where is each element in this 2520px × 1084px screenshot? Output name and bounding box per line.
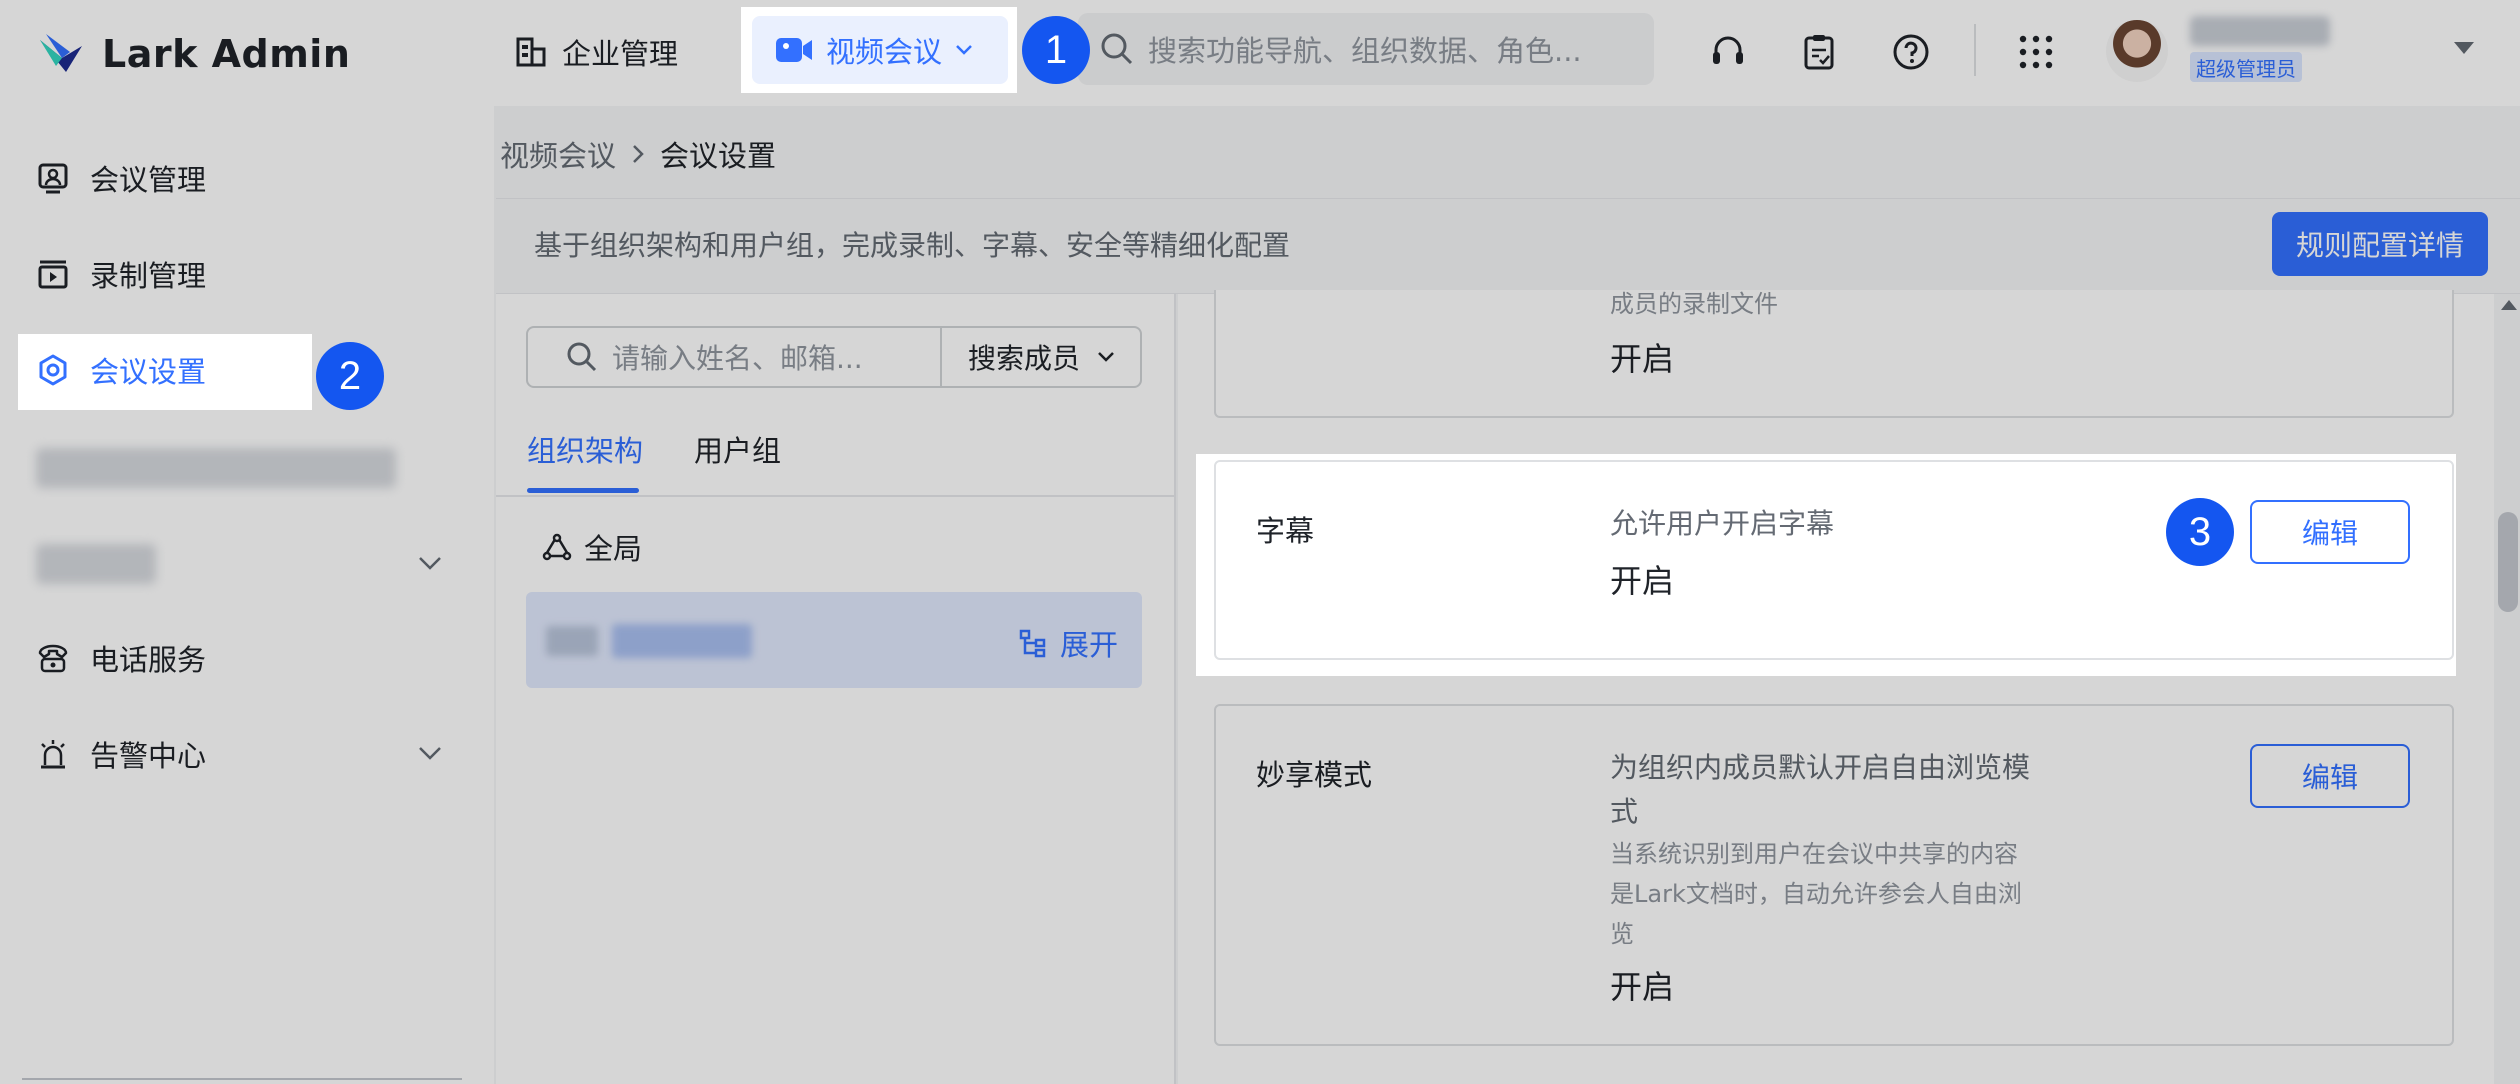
role-badge: 超级管理员 xyxy=(2190,52,2302,82)
member-search-placeholder: 请输入姓名、邮箱... xyxy=(612,342,863,375)
recording-setting-sub: 成员的录制文件 xyxy=(1610,290,1778,318)
user-menu-caret-icon[interactable] xyxy=(2452,40,2476,60)
app-grid-icon[interactable] xyxy=(2014,30,2058,74)
recording-icon xyxy=(38,260,68,289)
magic-share-setting-state: 开启 xyxy=(1610,968,1675,1006)
sidebar-item-meeting-settings[interactable]: 会议设置 xyxy=(18,332,312,408)
expand-label: 展开 xyxy=(1060,628,1119,662)
chevron-down-icon xyxy=(956,45,972,55)
rules-detail-button[interactable]: 规则配置详情 xyxy=(2272,212,2488,276)
lark-logo-icon xyxy=(40,34,82,72)
page-description: 基于组织架构和用户组，完成录制、字幕、安全等精细化配置 xyxy=(534,229,1291,262)
scroll-up-arrow-icon[interactable] xyxy=(2501,300,2517,310)
magic-share-setting-desc: 为组织内成员默认开启自由浏览模式 xyxy=(1610,751,2031,828)
search-icon xyxy=(1101,33,1133,65)
logo-text: Lark Admin xyxy=(102,32,351,76)
clipboard-check-icon[interactable] xyxy=(1797,30,1841,74)
search-separator xyxy=(940,328,942,386)
nav-video-meeting-label: 视频会议 xyxy=(826,35,943,69)
step-badge-3: 3 xyxy=(2166,498,2234,566)
nav-enterprise[interactable]: 企业管理 xyxy=(514,24,678,80)
search-icon xyxy=(567,342,597,372)
subtitles-setting-state: 开启 xyxy=(1610,562,1675,600)
step-badge-2: 2 xyxy=(316,342,384,410)
headset-icon[interactable] xyxy=(1706,30,1750,74)
org-tree-global-label: 全局 xyxy=(584,532,643,566)
sidebar-item-label: 告警中心 xyxy=(90,739,207,773)
alarm-icon xyxy=(41,740,65,769)
sidebar-item-label: 电话服务 xyxy=(90,643,207,677)
scrollbar-track[interactable] xyxy=(2494,294,2520,1084)
scrollbar-thumb[interactable] xyxy=(2498,512,2518,612)
help-icon[interactable] xyxy=(1889,30,1933,74)
gear-icon xyxy=(39,354,67,386)
chevron-down-icon[interactable] xyxy=(416,554,444,572)
subtitles-edit-button[interactable]: 编辑 xyxy=(2250,500,2410,564)
global-search[interactable]: 搜索功能导航、组织数据、角色... xyxy=(1078,13,1654,85)
chevron-down-icon xyxy=(1098,352,1114,362)
nav-enterprise-label: 企业管理 xyxy=(562,37,679,71)
sidebar-item-label: 会议设置 xyxy=(90,355,207,389)
org-tree-global[interactable]: 全局 xyxy=(542,522,642,572)
topbar-divider xyxy=(1974,24,1976,76)
org-tree-icon xyxy=(542,533,572,561)
magic-share-setting-title: 妙享模式 xyxy=(1256,758,1373,792)
user-name-blurred xyxy=(2190,16,2330,46)
org-node-name-blurred xyxy=(612,624,752,658)
subtitles-setting-desc: 允许用户开启字幕 xyxy=(1610,507,1835,540)
tabs-divider xyxy=(496,495,1176,497)
global-search-input[interactable]: 搜索功能导航、组织数据、角色... xyxy=(1148,28,1582,70)
breadcrumb-parent[interactable]: 视频会议 xyxy=(500,133,616,175)
nav-video-meeting[interactable]: 视频会议 xyxy=(752,16,1008,84)
breadcrumb-current: 会议设置 xyxy=(660,139,777,173)
breadcrumb: 视频会议 会议设置 xyxy=(500,130,776,178)
sidebar-divider xyxy=(22,1078,462,1080)
magic-share-setting-sub: 当系统识别到用户在会议中共享的内容是Lark文档时，自动允许参会人自由浏览 xyxy=(1610,840,2022,948)
sidebar-item-label: 录制管理 xyxy=(90,259,207,293)
tab-user-group[interactable]: 用户组 xyxy=(694,428,781,470)
recording-setting-state: 开启 xyxy=(1610,340,1675,378)
search-scope-select[interactable]: 搜索成员 xyxy=(944,328,1140,386)
member-search-input[interactable]: 请输入姓名、邮箱... xyxy=(528,328,940,386)
org-panel xyxy=(496,294,1176,1084)
active-tab-indicator xyxy=(527,488,639,493)
expand-button[interactable]: 展开 xyxy=(1018,618,1118,668)
meeting-management-icon xyxy=(38,163,68,194)
sidebar-item-meeting-management[interactable]: 会议管理 xyxy=(18,140,312,216)
subtitles-setting-title: 字幕 xyxy=(1256,514,1315,548)
video-camera-icon xyxy=(776,38,812,62)
tab-org-structure[interactable]: 组织架构 xyxy=(527,428,643,470)
sidebar-item-blurred[interactable] xyxy=(36,448,396,488)
magic-share-edit-button[interactable]: 编辑 xyxy=(2250,744,2410,808)
search-scope-label: 搜索成员 xyxy=(967,342,1080,375)
step-badge-1: 1 xyxy=(1022,16,1090,84)
phone-icon xyxy=(38,644,68,673)
tree-expand-icon xyxy=(1019,629,1046,658)
user-avatar[interactable] xyxy=(2106,20,2168,82)
sidebar-item-label: 会议管理 xyxy=(90,163,207,197)
sidebar-item-blurred[interactable] xyxy=(36,544,156,584)
building-icon xyxy=(516,37,546,67)
sidebar-item-recording-management[interactable]: 录制管理 xyxy=(18,236,312,312)
sidebar-item-phone-service[interactable]: 电话服务 xyxy=(18,620,312,696)
sidebar-item-alert-center[interactable]: 告警中心 xyxy=(18,716,312,792)
chevron-right-icon xyxy=(633,145,644,163)
lark-admin-logo[interactable]: Lark Admin xyxy=(36,26,350,82)
chevron-down-icon[interactable] xyxy=(416,744,444,762)
org-node-name-blurred xyxy=(546,626,598,656)
